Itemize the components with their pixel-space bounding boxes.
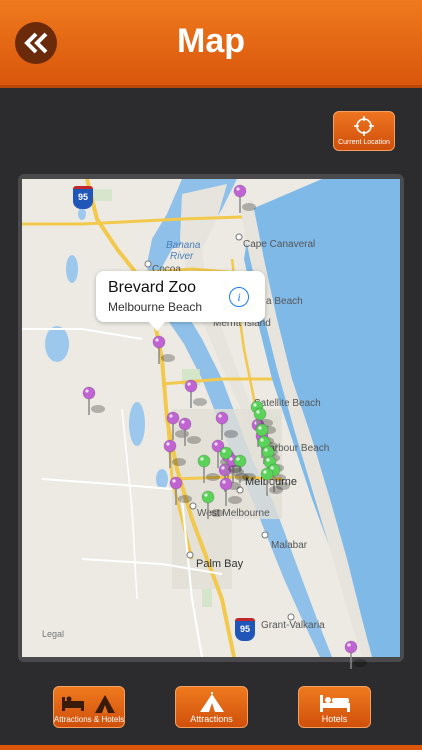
attraction-pin[interactable] <box>184 379 207 408</box>
hotel-pin[interactable] <box>201 490 224 519</box>
hotels-button[interactable]: Hotels <box>298 686 371 728</box>
callout-tail <box>148 321 166 331</box>
callout-subtitle: Melbourne Beach <box>108 300 203 314</box>
legal-link[interactable]: Legal <box>42 629 64 639</box>
attractions-hotels-button[interactable]: Attractions & Hotels <box>53 686 125 728</box>
attractions-button[interactable]: Attractions <box>175 686 248 728</box>
attraction-pin[interactable] <box>152 335 175 364</box>
attraction-pin[interactable] <box>219 477 242 506</box>
attraction-pin[interactable] <box>344 640 367 669</box>
tent-icon <box>199 692 224 712</box>
place-callout[interactable]: Brevard Zoo Melbourne Beach i <box>96 271 265 331</box>
attraction-pin[interactable] <box>163 439 186 468</box>
attraction-pin[interactable] <box>233 184 256 213</box>
hotels-label: Hotels <box>321 714 348 724</box>
attractions-label: Attractions <box>190 714 233 724</box>
callout-title: Brevard Zoo <box>108 279 197 296</box>
attractions-hotels-label: Attractions & Hotels <box>53 715 125 724</box>
bed-tent-icon <box>62 695 115 713</box>
attraction-pin[interactable] <box>215 411 238 440</box>
bed-icon <box>319 695 350 712</box>
hotel-pin[interactable] <box>197 454 220 483</box>
bottom-accent-strip <box>0 745 422 750</box>
info-icon[interactable]: i <box>229 287 249 307</box>
attraction-pin[interactable] <box>169 476 192 505</box>
attraction-pin[interactable] <box>82 386 105 415</box>
